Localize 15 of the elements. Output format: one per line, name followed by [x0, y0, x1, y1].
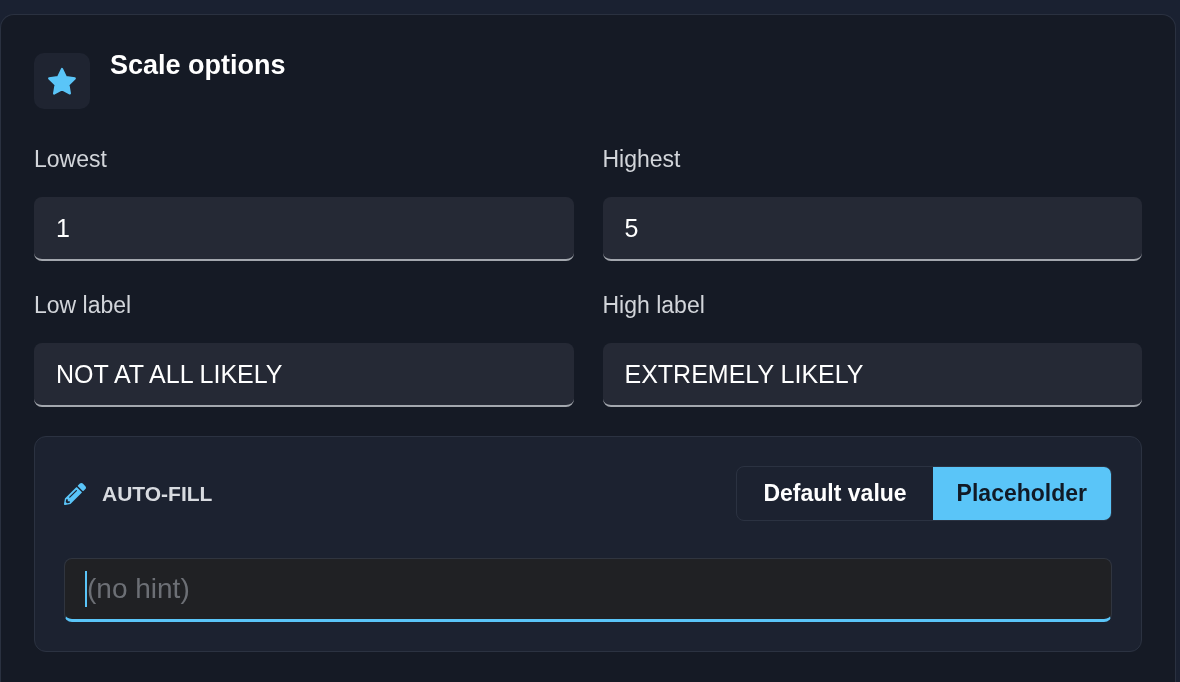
pencil-icon	[64, 482, 86, 505]
input-field[interactable]: 5	[602, 197, 1142, 261]
input-field[interactable]: 1	[34, 197, 574, 261]
input-field[interactable]: NOT AT ALL LIKELY	[34, 343, 574, 407]
field-label: High label	[602, 291, 706, 319]
auto-fill-input-field[interactable]: (no hint)	[64, 558, 1112, 622]
input-field[interactable]: EXTREMELY LIKELY	[602, 343, 1142, 407]
auto-fill-heading: AUTO-FILL	[102, 480, 213, 507]
field-label: Low label	[34, 291, 133, 319]
mode-toggle[interactable]: Placeholder	[932, 467, 1111, 520]
text-cursor-icon	[85, 571, 87, 607]
field-label: Lowest	[34, 145, 108, 173]
mode-toggle[interactable]: Default value	[737, 467, 933, 520]
field-label: Highest	[602, 145, 682, 173]
section-title: Scale options	[110, 49, 286, 81]
